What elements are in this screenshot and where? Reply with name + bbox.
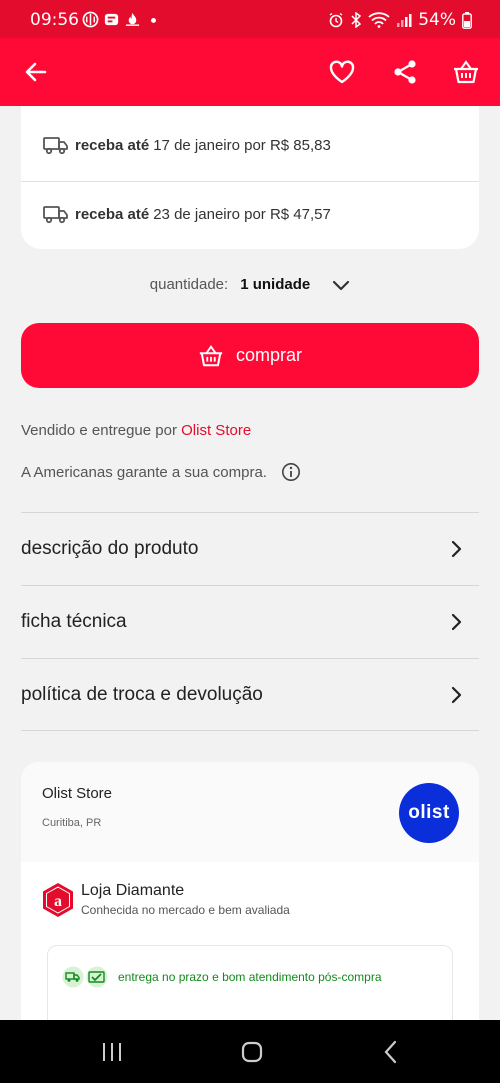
product-content: receba até 17 de janeiro por R$ 85,83 re…	[0, 106, 500, 1020]
section-label: ficha técnica	[21, 611, 127, 632]
seller-prefix: Vendido e entregue por	[21, 422, 177, 439]
section-return-policy[interactable]: política de troca e devolução	[21, 659, 479, 731]
wifi-icon	[368, 12, 390, 28]
shipping-option[interactable]: receba até 23 de janeiro por R$ 47,57	[21, 180, 479, 248]
alarm-icon	[329, 12, 343, 28]
system-nav-bar	[0, 1020, 500, 1083]
seller-info: Vendido e entregue por Olist Store	[21, 422, 251, 439]
chevron-right-icon	[451, 540, 462, 558]
badge-letter: a	[54, 893, 62, 910]
app-icon	[82, 11, 99, 28]
home-icon[interactable]	[240, 1040, 264, 1064]
store-name: Olist Store	[42, 785, 113, 802]
back-nav-icon[interactable]	[380, 1040, 404, 1064]
signal-icon	[397, 14, 412, 27]
chevron-right-icon	[451, 686, 462, 704]
truck-icon	[43, 137, 68, 155]
diamond-badge-icon: a	[43, 883, 73, 917]
store-header[interactable]: Olist Store Curitiba, PR olist	[21, 762, 479, 862]
status-time: 09:56	[30, 10, 79, 30]
favorite-button[interactable]	[322, 52, 362, 92]
seller-link[interactable]: Olist Store	[181, 422, 251, 439]
share-button[interactable]	[385, 52, 425, 92]
shipping-label: receba até	[75, 136, 150, 154]
recent-apps-icon[interactable]	[100, 1040, 124, 1064]
store-perks: entrega no prazo e bom atendimento pós-c…	[47, 945, 453, 1020]
bluetooth-icon	[351, 12, 362, 28]
battery-icon	[462, 11, 472, 29]
back-button[interactable]	[16, 52, 56, 92]
buy-button-label: comprar	[235, 345, 302, 365]
perk-item: entrega no prazo e bom atendimento pós-c…	[62, 966, 382, 988]
battery-percent: 54%	[418, 10, 456, 30]
shipping-label: receba até	[75, 205, 150, 223]
perk-text: entrega no prazo e bom atendimento pós-c…	[118, 970, 382, 984]
quantity-selector[interactable]: quantidade: 1 unidade	[0, 276, 500, 293]
section-label: política de troca e devolução	[21, 684, 263, 705]
basket-icon	[199, 344, 223, 366]
store-card: Olist Store Curitiba, PR olist a Loja Di…	[21, 762, 479, 1020]
quantity-label: quantidade:	[149, 276, 229, 293]
app-bar	[0, 38, 500, 106]
shipping-detail: 23 de janeiro por R$ 47,57	[153, 205, 331, 223]
shipping-detail: 17 de janeiro por R$ 85,83	[153, 136, 331, 154]
store-badge: a Loja Diamante Conhecida no mercado e b…	[41, 882, 290, 918]
app-icon	[104, 13, 119, 26]
section-product-description[interactable]: descrição do produto	[21, 513, 479, 585]
divider	[21, 730, 479, 731]
store-city: Curitiba, PR	[42, 817, 102, 829]
status-left-icons	[82, 11, 162, 28]
flame-icon	[125, 12, 140, 26]
back-arrow-icon	[25, 62, 47, 82]
badge-text: Loja Diamante Conhecida no mercado e bem…	[81, 882, 290, 917]
chevron-right-icon	[451, 613, 462, 631]
truck-icon	[43, 206, 68, 224]
delivery-check-icon	[62, 966, 108, 988]
section-label: descrição do produto	[21, 538, 199, 559]
guarantee-info: A Americanas garante a sua compra.	[21, 462, 301, 482]
shipping-option[interactable]: receba até 17 de janeiro por R$ 85,83	[21, 111, 479, 179]
status-bar: 09:56 54%	[0, 0, 500, 38]
store-logo: olist	[399, 783, 459, 843]
section-technical-sheet[interactable]: ficha técnica	[21, 586, 479, 658]
status-right: 54%	[328, 10, 472, 30]
badge-subtitle: Conhecida no mercado e bem avaliada	[81, 903, 290, 917]
shipping-options-card: receba até 17 de janeiro por R$ 85,83 re…	[21, 106, 479, 249]
dot-icon	[151, 17, 156, 23]
quantity-value: 1 unidade	[240, 276, 311, 293]
share-icon	[394, 60, 416, 84]
info-icon[interactable]	[281, 462, 301, 482]
guarantee-text: A Americanas garante a sua compra.	[21, 463, 267, 481]
basket-icon	[454, 60, 478, 84]
cart-button[interactable]	[446, 52, 486, 92]
heart-icon	[329, 60, 355, 84]
badge-title: Loja Diamante	[81, 882, 185, 899]
buy-button[interactable]: comprar	[21, 323, 479, 388]
chevron-down-icon	[333, 280, 350, 290]
